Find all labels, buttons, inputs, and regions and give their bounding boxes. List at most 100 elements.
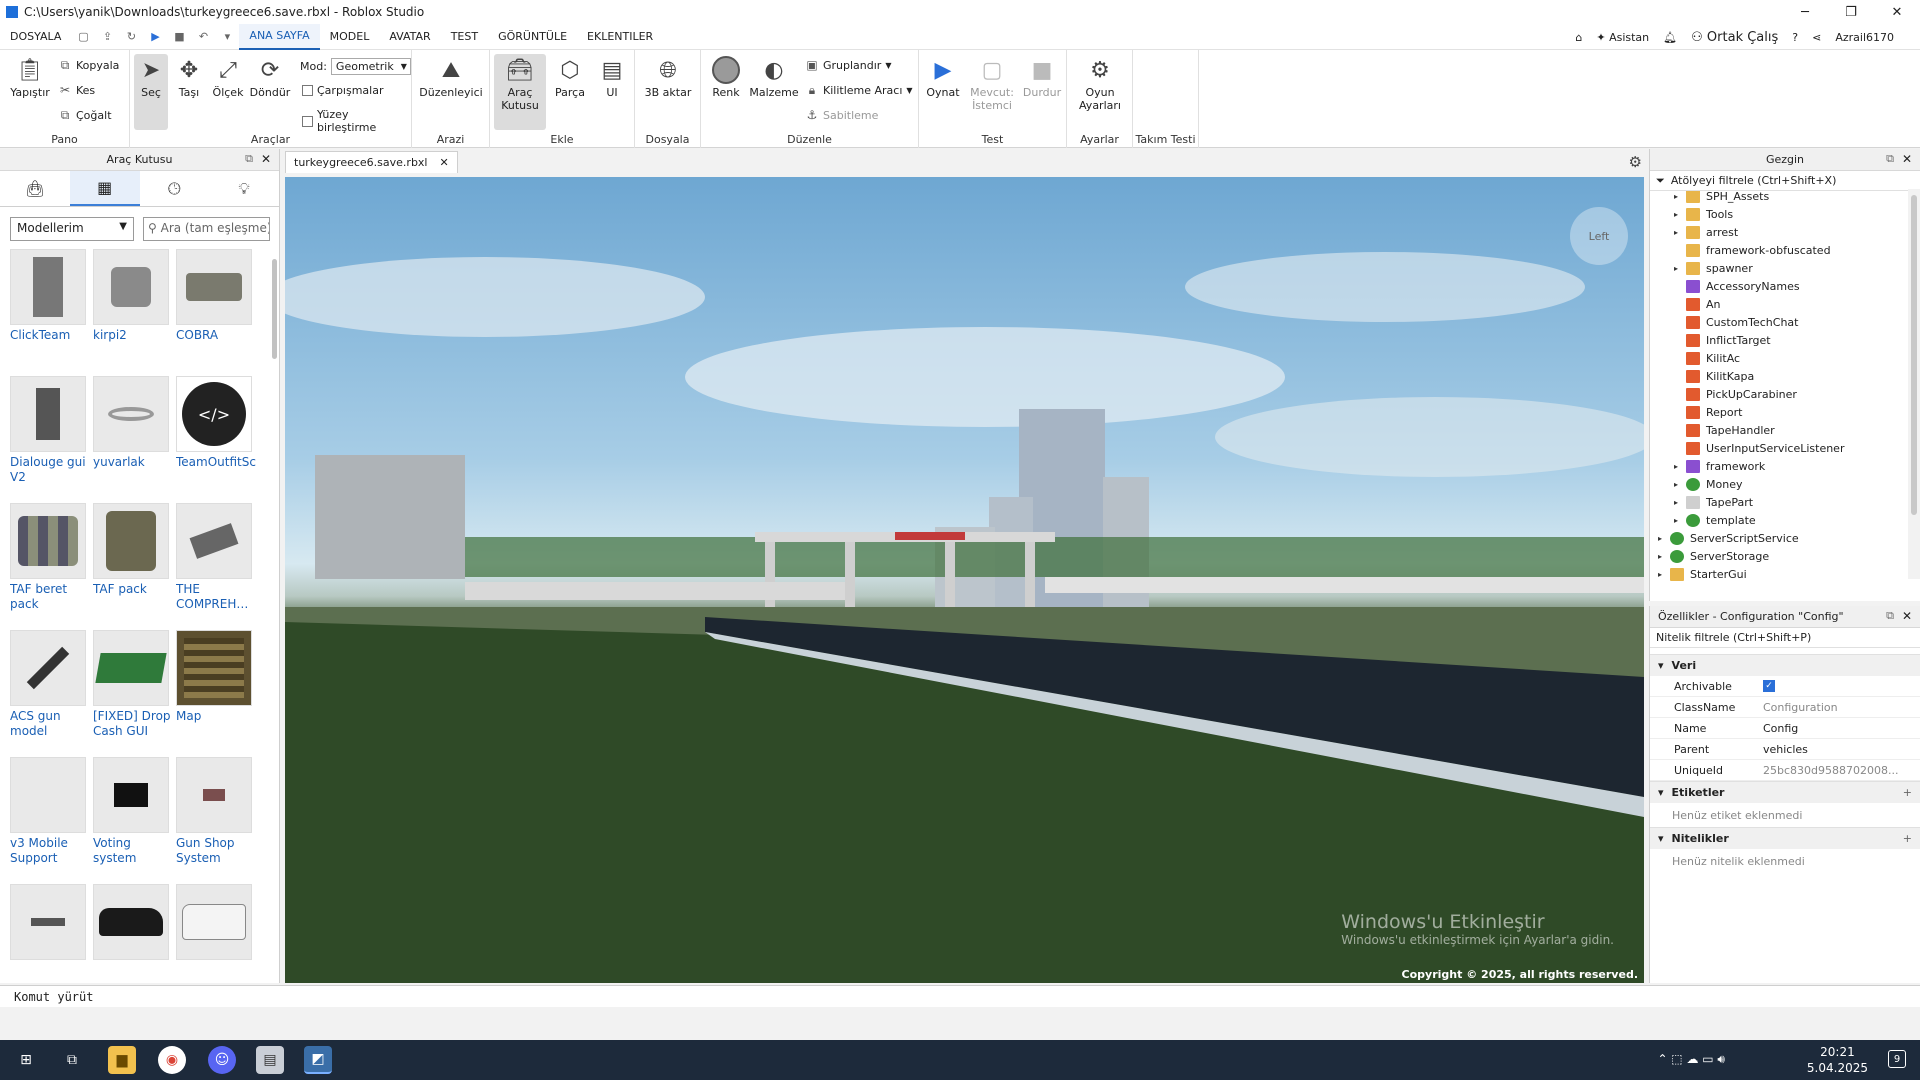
stop-quick-icon[interactable]: ■ [172,30,186,44]
toolbox-item[interactable] [10,884,90,977]
properties-filter-input[interactable]: Nitelik filtrele (Ctrl+Shift+P) [1650,628,1920,648]
duplicate-button[interactable]: ⧉ Çoğalt [58,108,112,122]
explorer-node[interactable]: ▸ Money [1674,475,1742,493]
toolbox-item[interactable]: Voting system [93,757,173,877]
customize-icon[interactable]: ▾ [220,30,234,44]
game-settings-button[interactable]: ⚙ Oyun Ayarları [1073,54,1127,113]
toolbox-item[interactable]: ACS gun model [10,630,90,750]
notifications-icon[interactable]: 🔔︎ [1663,31,1677,44]
section-attributes[interactable]: ▾ Nitelikler + [1650,827,1920,849]
expand-arrow-icon[interactable]: ▸ [1674,228,1686,237]
join-surfaces-toggle[interactable]: Yüzey birleştirme [302,108,411,134]
toolbox-item[interactable]: ClickTeam [10,249,90,369]
current-client-button[interactable]: ▢ Mevcut: İstemci [967,54,1017,113]
toolbox-search-input[interactable]: ⚲ Ara (tam eşleşme) [143,217,270,241]
property-row[interactable]: Name Config [1650,718,1920,739]
tray-icons[interactable]: ⌃ ⬚ ☁ ▭ 🔊︎ [1657,1052,1725,1067]
copy-button[interactable]: ⧉ Kopyala [58,58,120,72]
collab-button[interactable]: ⚇ Ortak Çalış [1691,30,1778,45]
new-file-icon[interactable]: ▢ [76,30,90,44]
scale-tool-button[interactable]: ⤢ Ölçek [210,54,246,100]
expand-arrow-icon[interactable]: ▸ [1658,534,1670,543]
assistant-button[interactable]: ✦ Asistan [1596,31,1649,44]
undo-icon[interactable]: ↶ [196,30,210,44]
section-tags[interactable]: ▾ Etiketler + [1650,781,1920,803]
system-clock[interactable]: 20:21 5.04.2025 [1807,1044,1868,1076]
collisions-toggle[interactable]: Çarpışmalar [302,84,384,97]
toolbox-item[interactable]: yuvarlak [93,376,173,496]
explorer-node[interactable]: ▸ StarterGui [1658,565,1747,583]
toolbox-scrollbar[interactable] [272,259,277,359]
material-button[interactable]: ◐ Malzeme [749,54,799,100]
maximize-button[interactable]: ❐ [1828,0,1874,24]
mode-dropdown[interactable]: Geometrik ▼ [330,58,411,75]
file-menu[interactable]: DOSYALA [0,24,71,50]
task-view-icon[interactable]: ⧉ [58,1046,86,1074]
dock-icon[interactable]: ⧉ [1886,609,1894,623]
explorer-node[interactable]: ▸ TapePart [1674,493,1753,511]
add-attribute-icon[interactable]: + [1903,832,1912,845]
paste-button[interactable]: 📋︎ Yapıştır [6,54,54,100]
lock-tool-button[interactable]: 🔒︎ Kilitleme Aracı ▼ [805,83,913,97]
property-row[interactable]: Archivable ✓ [1650,676,1920,697]
toolbox-item[interactable]: COBRA [176,249,256,369]
expand-arrow-icon[interactable]: ▸ [1674,264,1686,273]
tab-recent-clock-icon[interactable]: 🕒︎ [140,171,210,206]
home-icon[interactable]: ⌂ [1575,31,1582,44]
close-icon[interactable]: ✕ [1902,152,1912,166]
publish-icon[interactable]: ⇪ [100,30,114,44]
explorer-node[interactable]: KilitAc [1674,349,1740,367]
explorer-node[interactable]: CustomTechChat [1674,313,1799,331]
toolbox-item[interactable]: Gun Shop System [176,757,256,877]
help-icon[interactable]: ? [1792,31,1798,44]
chrome-icon[interactable]: ◉ [158,1046,186,1074]
expand-arrow-icon[interactable]: ▸ [1674,462,1686,471]
terrain-editor-button[interactable]: ⛰ Düzenleyici [418,54,484,100]
toolbox-item[interactable]: </> TeamOutfitScript [176,376,256,496]
toolbox-button[interactable]: 🧰︎ Araç Kutusu [494,54,546,130]
explorer-node[interactable]: framework-obfuscated [1674,241,1831,259]
close-icon[interactable]: ✕ [261,152,271,166]
toolbox-item[interactable]: TAF pack [93,503,173,623]
tab-marketplace-bag-icon[interactable]: 👜︎ [0,171,70,206]
explorer-node[interactable]: AccessoryNames [1674,277,1800,295]
property-value[interactable]: ✓ [1763,676,1920,696]
explorer-node[interactable]: An [1674,295,1721,313]
play-quick-icon[interactable]: ▶ [148,30,162,44]
close-window-button[interactable]: ✕ [1874,0,1920,24]
expand-arrow-icon[interactable]: ▸ [1674,516,1686,525]
stop-button[interactable]: ■ Durdur [1021,54,1063,100]
3d-viewport[interactable]: Left Windows'u Etkinleştir Windows'u etk… [285,177,1644,983]
close-tab-icon[interactable]: ✕ [440,156,449,169]
start-windows-icon[interactable]: ⊞ [12,1046,40,1074]
redo-arrow-icon[interactable]: ↻ [124,30,138,44]
explorer-node[interactable]: ▸ Tools [1674,205,1733,223]
toolbox-item[interactable]: THE COMPREH… [176,503,256,623]
toolbox-item[interactable]: Map [176,630,256,750]
expand-arrow-icon[interactable]: ▸ [1674,480,1686,489]
join-surfaces-checkbox[interactable] [302,115,313,127]
property-row[interactable]: UniqueId 25bc830d9588702008... [1650,760,1920,781]
minimize-button[interactable]: ─ [1782,0,1828,24]
property-value[interactable]: Config [1763,718,1920,738]
expand-arrow-icon[interactable]: ▸ [1674,192,1686,201]
add-tag-icon[interactable]: + [1903,786,1912,799]
toolbox-item[interactable]: TAF beret pack [10,503,90,623]
view-cube[interactable]: Left [1570,207,1628,265]
notification-center-icon[interactable]: 9 [1888,1050,1906,1068]
property-row[interactable]: ClassName Configuration [1650,697,1920,718]
expand-arrow-icon[interactable]: ▸ [1674,498,1686,507]
toolbox-item[interactable] [93,884,173,977]
app-icon[interactable]: ▤ [256,1046,284,1074]
tab-home[interactable]: ANA SAYFA [239,23,320,50]
toolbox-item[interactable]: Dialouge gui V2 [10,376,90,496]
tab-avatar[interactable]: AVATAR [379,24,440,50]
tab-inventory-grid-icon[interactable]: ▦ [69,171,140,206]
toolbox-item[interactable] [176,884,256,977]
tab-creations-bulb-icon[interactable]: 💡︎ [209,171,279,206]
cut-button[interactable]: ✂ Kes [58,83,95,97]
ui-button[interactable]: ▤ UI [594,54,630,100]
collisions-checkbox[interactable] [302,85,313,96]
dock-icon[interactable]: ⧉ [1886,152,1894,166]
tab-view[interactable]: GÖRÜNTÜLE [488,24,577,50]
